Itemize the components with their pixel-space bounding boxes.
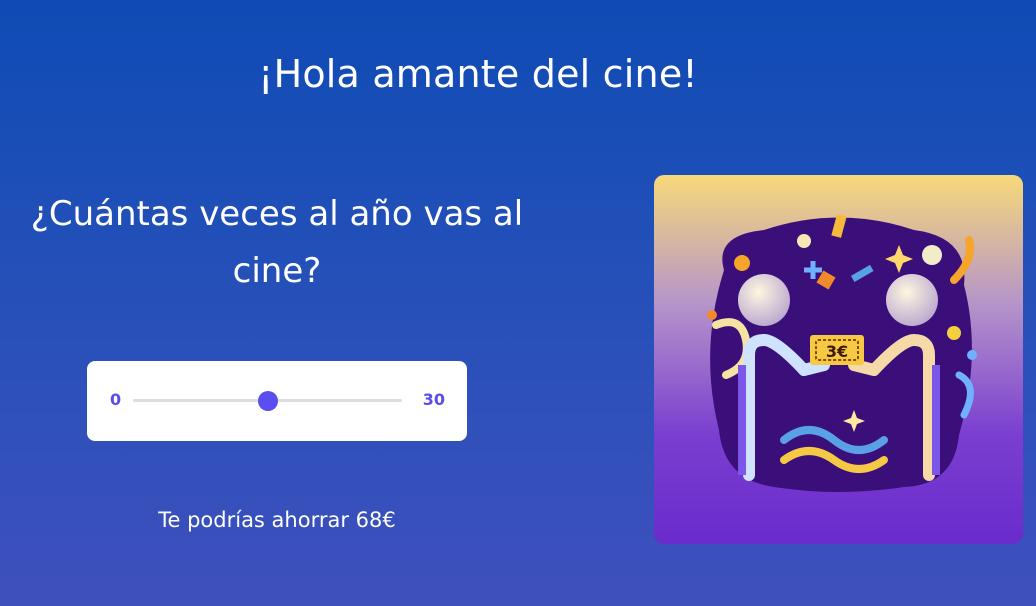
slider-max-label: 30 — [422, 390, 445, 409]
slider-thumb[interactable] — [257, 391, 278, 411]
visits-slider-card: 0 30 — [87, 361, 467, 441]
cinema-ticket-illustration: 3€ — [654, 175, 1023, 544]
page-title: ¡Hola amante del cine! — [258, 52, 698, 96]
ticket-price-label: 3€ — [826, 342, 848, 361]
question-heading: ¿Cuántas veces al año vas al cine? — [30, 194, 524, 291]
slider-track[interactable] — [133, 391, 402, 411]
slider-min-label: 0 — [110, 390, 122, 409]
savings-text: Te podrías ahorrar 68€ — [158, 508, 396, 532]
